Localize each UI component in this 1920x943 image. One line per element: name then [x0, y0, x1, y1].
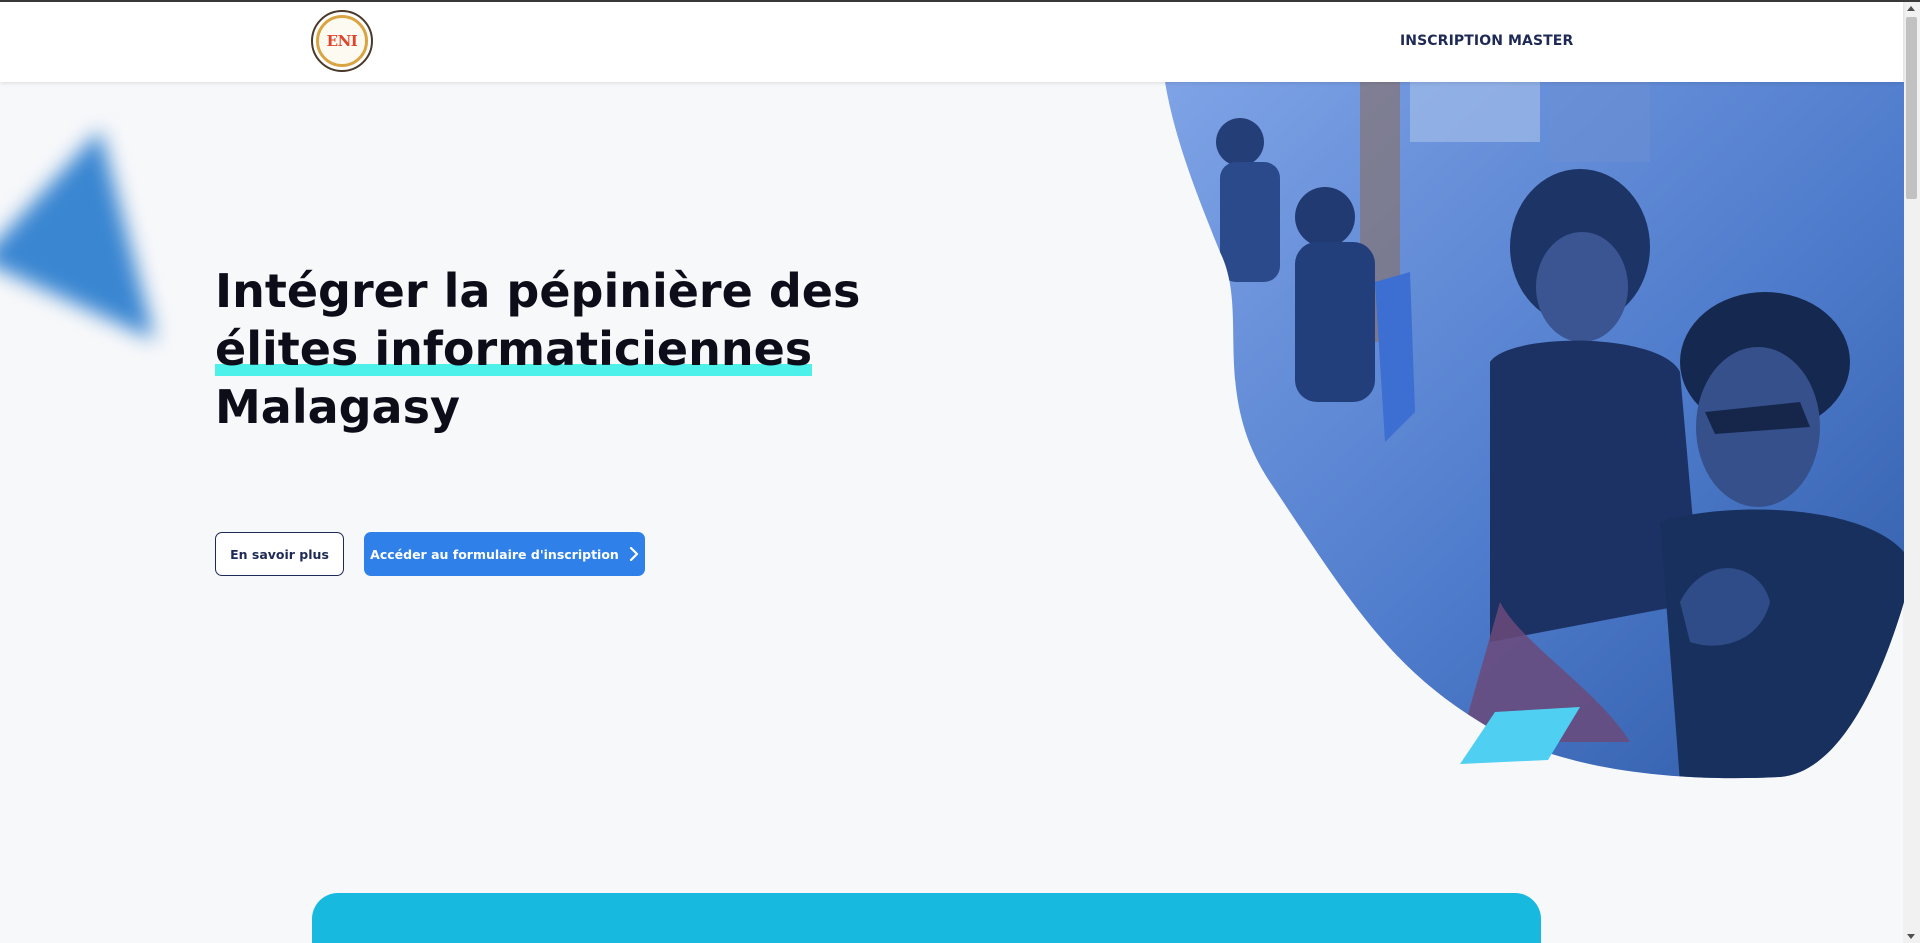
logo-seal-ring: ENI — [316, 15, 368, 67]
access-registration-form-label: Accéder au formulaire d'inscription — [370, 546, 619, 562]
nav-link-inscription-master[interactable]: INSCRIPTION MASTER — [1400, 33, 1573, 49]
scroll-up-arrow-icon[interactable] — [1907, 6, 1915, 11]
info-banner-card — [312, 893, 1541, 943]
hero-photo-blob — [1165, 82, 1904, 779]
page-scrollbar[interactable] — [1903, 2, 1920, 943]
navbar: ENI INSCRIPTION MASTER — [0, 2, 1903, 82]
hero-title: Intégrer la pépinière des élites informa… — [215, 262, 935, 436]
access-registration-form-button[interactable]: Accéder au formulaire d'inscription — [364, 532, 645, 576]
decorative-blue-triangle — [0, 130, 155, 340]
scroll-down-arrow-icon[interactable] — [1907, 934, 1915, 939]
hero-title-line-2: élites informaticiennes — [215, 320, 935, 378]
logo-text: ENI — [326, 32, 358, 50]
scroll-thumb[interactable] — [1906, 17, 1917, 199]
hero-title-highlight: élites informaticiennes — [215, 322, 813, 376]
chevron-right-icon — [629, 547, 638, 561]
learn-more-button[interactable]: En savoir plus — [215, 532, 344, 576]
hero-title-line-1: Intégrer la pépinière des — [215, 264, 861, 318]
eni-logo[interactable]: ENI — [311, 10, 373, 72]
hero-title-line-3: Malagasy — [215, 380, 460, 434]
